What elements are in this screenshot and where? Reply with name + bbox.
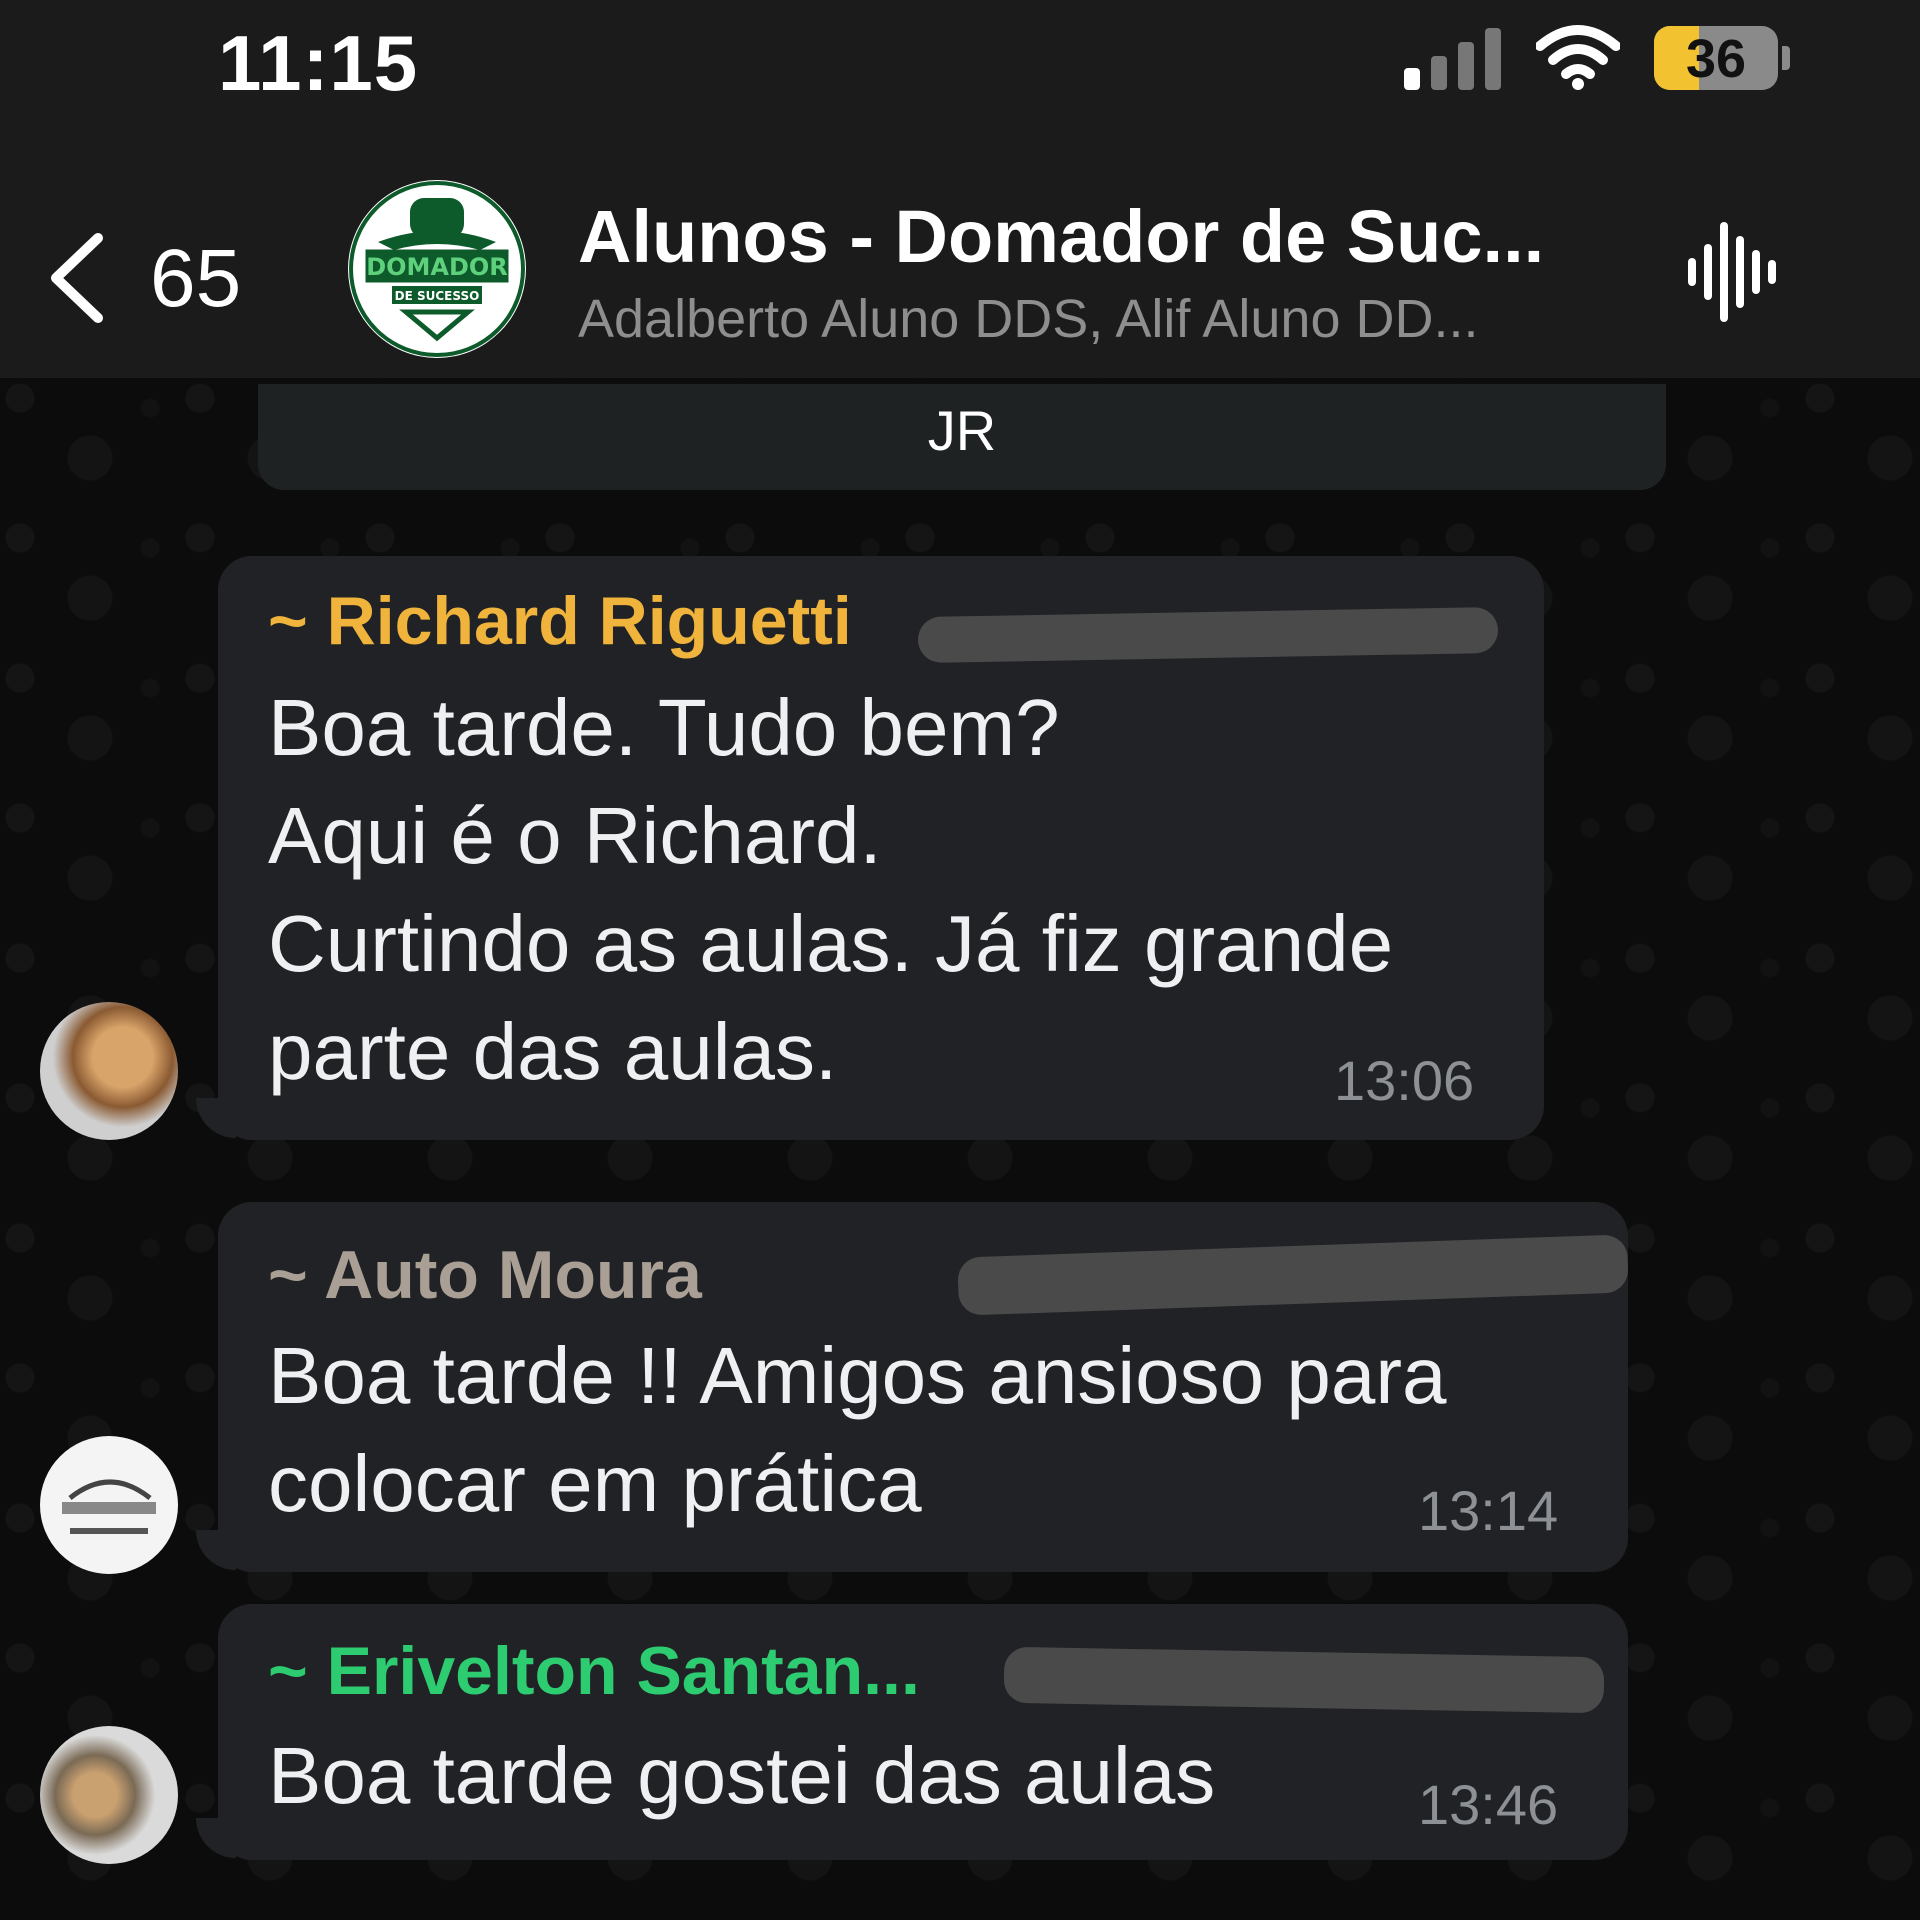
status-bar: 11:15 36 — [0, 0, 1920, 140]
wifi-icon — [1536, 25, 1620, 90]
waveform-icon[interactable] — [1686, 218, 1780, 326]
group-logo-icon[interactable]: DOMADOR DE SUCESSO — [348, 180, 526, 358]
redacted-phone — [917, 606, 1499, 664]
sender-name[interactable]: ~ Auto Moura — [268, 1236, 702, 1314]
message-text: Boa tarde gostei das aulas — [268, 1731, 1216, 1820]
redacted-phone — [957, 1234, 1629, 1316]
message-text: colocar em prática — [268, 1439, 922, 1528]
message-time: 13:46 — [1418, 1773, 1559, 1836]
battery-icon: 36 — [1654, 26, 1778, 90]
message-time: 13:14 — [1418, 1479, 1559, 1542]
message-text: Aqui é o Richard. — [268, 791, 882, 880]
message-text: Boa tarde. Tudo bem? — [268, 683, 1060, 772]
message-text: Boa tarde !! Amigos ansioso para — [268, 1331, 1447, 1420]
battery-nub — [1782, 46, 1790, 70]
redacted-phone — [1003, 1646, 1605, 1714]
avatar[interactable] — [40, 1002, 178, 1140]
sender-name[interactable]: ~ Richard Riguetti — [268, 582, 852, 660]
chat-header: 65 DOMADOR DE SUCESSO Alunos - Domador d… — [0, 140, 1920, 378]
system-message-chip: JR — [258, 384, 1666, 490]
avatar[interactable] — [40, 1436, 178, 1574]
sender-name[interactable]: ~ Erivelton Santan... — [268, 1632, 920, 1710]
battery-level: 36 — [1685, 29, 1747, 89]
message-bubble[interactable]: ~ Auto Moura Boa tarde !! Amigos ansioso… — [218, 1202, 1629, 1572]
message-bubble[interactable]: ~ Richard Riguetti Boa tarde. Tudo bem? … — [218, 556, 1544, 1140]
group-members[interactable]: Adalberto Aluno DDS, Alif Aluno DD... — [578, 288, 1479, 350]
group-title[interactable]: Alunos - Domador de Suc... — [578, 194, 1544, 279]
message-text: Curtindo as aulas. Já fiz grande — [268, 899, 1394, 988]
message-time: 13:06 — [1334, 1049, 1475, 1112]
logo-text-line1: DOMADOR — [366, 253, 508, 281]
message-text: parte das aulas. — [268, 1007, 838, 1096]
back-chevron-icon[interactable] — [44, 230, 108, 326]
avatar[interactable] — [40, 1726, 178, 1864]
logo-text-line2: DE SUCESSO — [395, 289, 480, 303]
cellular-signal-icon — [1404, 28, 1504, 90]
back-unread-count[interactable]: 65 — [150, 232, 241, 326]
status-time: 11:15 — [218, 19, 419, 107]
message-bubble[interactable]: ~ Erivelton Santan... Boa tarde gostei d… — [218, 1604, 1628, 1860]
system-message-text: JR — [927, 399, 997, 462]
